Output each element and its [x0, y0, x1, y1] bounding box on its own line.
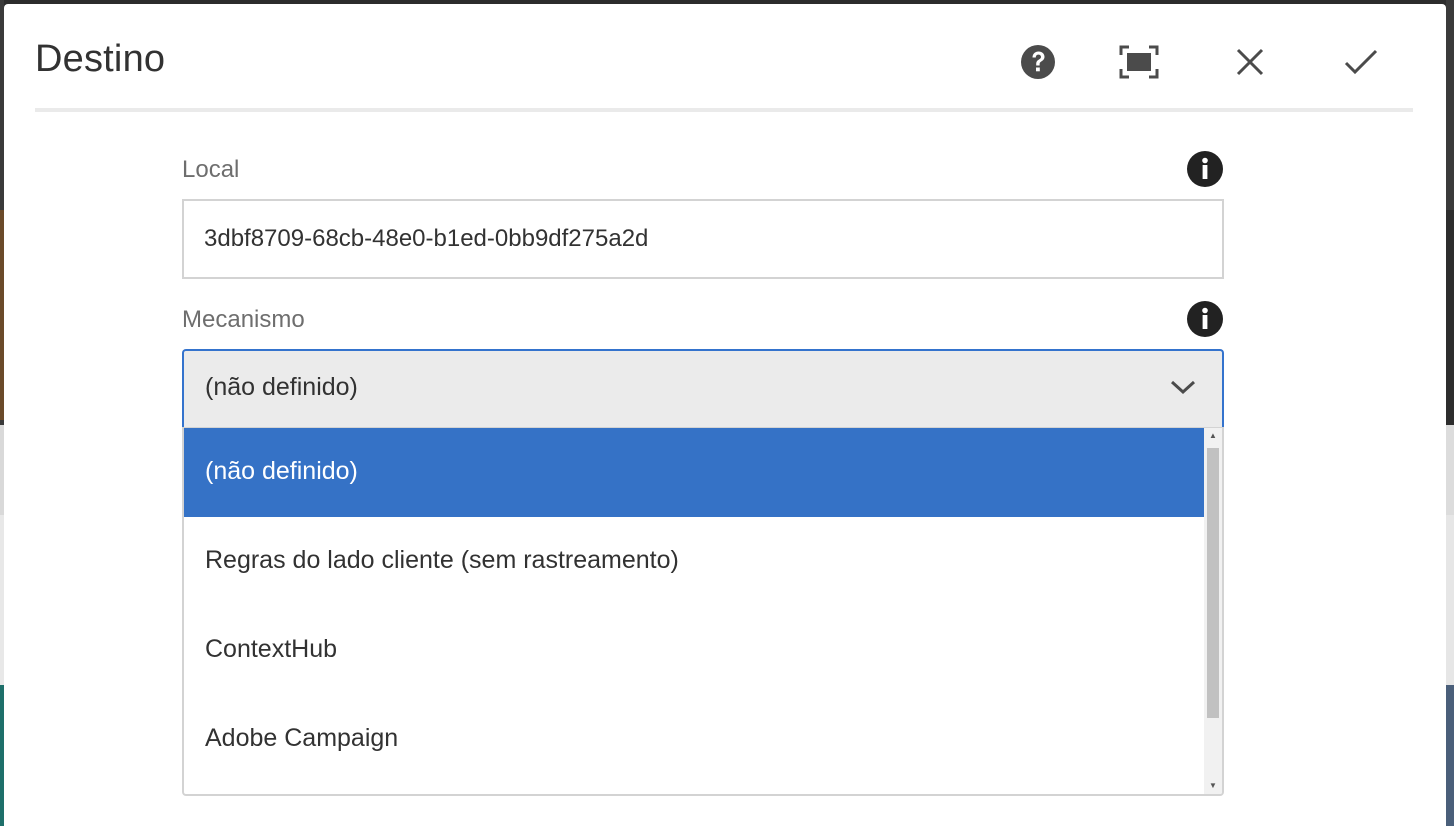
dialog-title: Destino — [35, 38, 166, 80]
close-icon — [1236, 48, 1264, 76]
background — [1446, 0, 1454, 210]
checkmark-icon — [1344, 49, 1378, 75]
local-input[interactable] — [182, 199, 1224, 279]
mecanismo-selected-value: (não definido) — [205, 373, 358, 401]
local-label: Local — [182, 156, 240, 183]
scroll-up-arrow-icon[interactable]: ▲ — [1204, 428, 1222, 444]
background — [1446, 425, 1454, 515]
mecanismo-label: Mecanismo — [182, 306, 305, 333]
destination-dialog: Destino Local 3dbf8709-68cb-48e0-b1ed-0b… — [4, 4, 1446, 826]
chevron-down-icon — [1170, 380, 1196, 395]
dropdown-option[interactable]: ContextHub — [184, 606, 1204, 695]
info-icon[interactable] — [1186, 300, 1224, 338]
background — [1446, 685, 1454, 826]
option-label: Regras do lado cliente (sem rastreamento… — [205, 546, 679, 574]
dropdown-option[interactable]: Regras do lado cliente (sem rastreamento… — [184, 517, 1204, 606]
info-icon[interactable] — [1186, 150, 1224, 188]
fullscreen-icon — [1119, 45, 1159, 79]
close-button[interactable] — [1226, 38, 1274, 86]
option-label: ContextHub — [205, 635, 338, 663]
background — [1446, 515, 1454, 685]
option-label: Adobe Campaign — [205, 724, 399, 752]
help-button[interactable] — [1014, 38, 1062, 86]
option-label: (não definido) — [205, 457, 358, 485]
done-button[interactable] — [1337, 38, 1385, 86]
dropdown-option[interactable]: (não definido) — [184, 428, 1204, 517]
dialog-header: Destino — [35, 4, 1413, 112]
fullscreen-button[interactable] — [1115, 38, 1163, 86]
dropdown-scrollbar[interactable]: ▲ ▼ — [1204, 428, 1222, 794]
question-circle-icon — [1021, 45, 1055, 79]
scrollbar-thumb[interactable] — [1207, 448, 1219, 718]
scroll-down-arrow-icon[interactable]: ▼ — [1204, 778, 1222, 794]
dropdown-option[interactable]: Adobe Campaign — [184, 695, 1204, 784]
background — [1446, 210, 1454, 425]
mecanismo-select[interactable]: (não definido) — [182, 349, 1224, 427]
mecanismo-dropdown-list: (não definido) Regras do lado cliente (s… — [182, 427, 1224, 796]
